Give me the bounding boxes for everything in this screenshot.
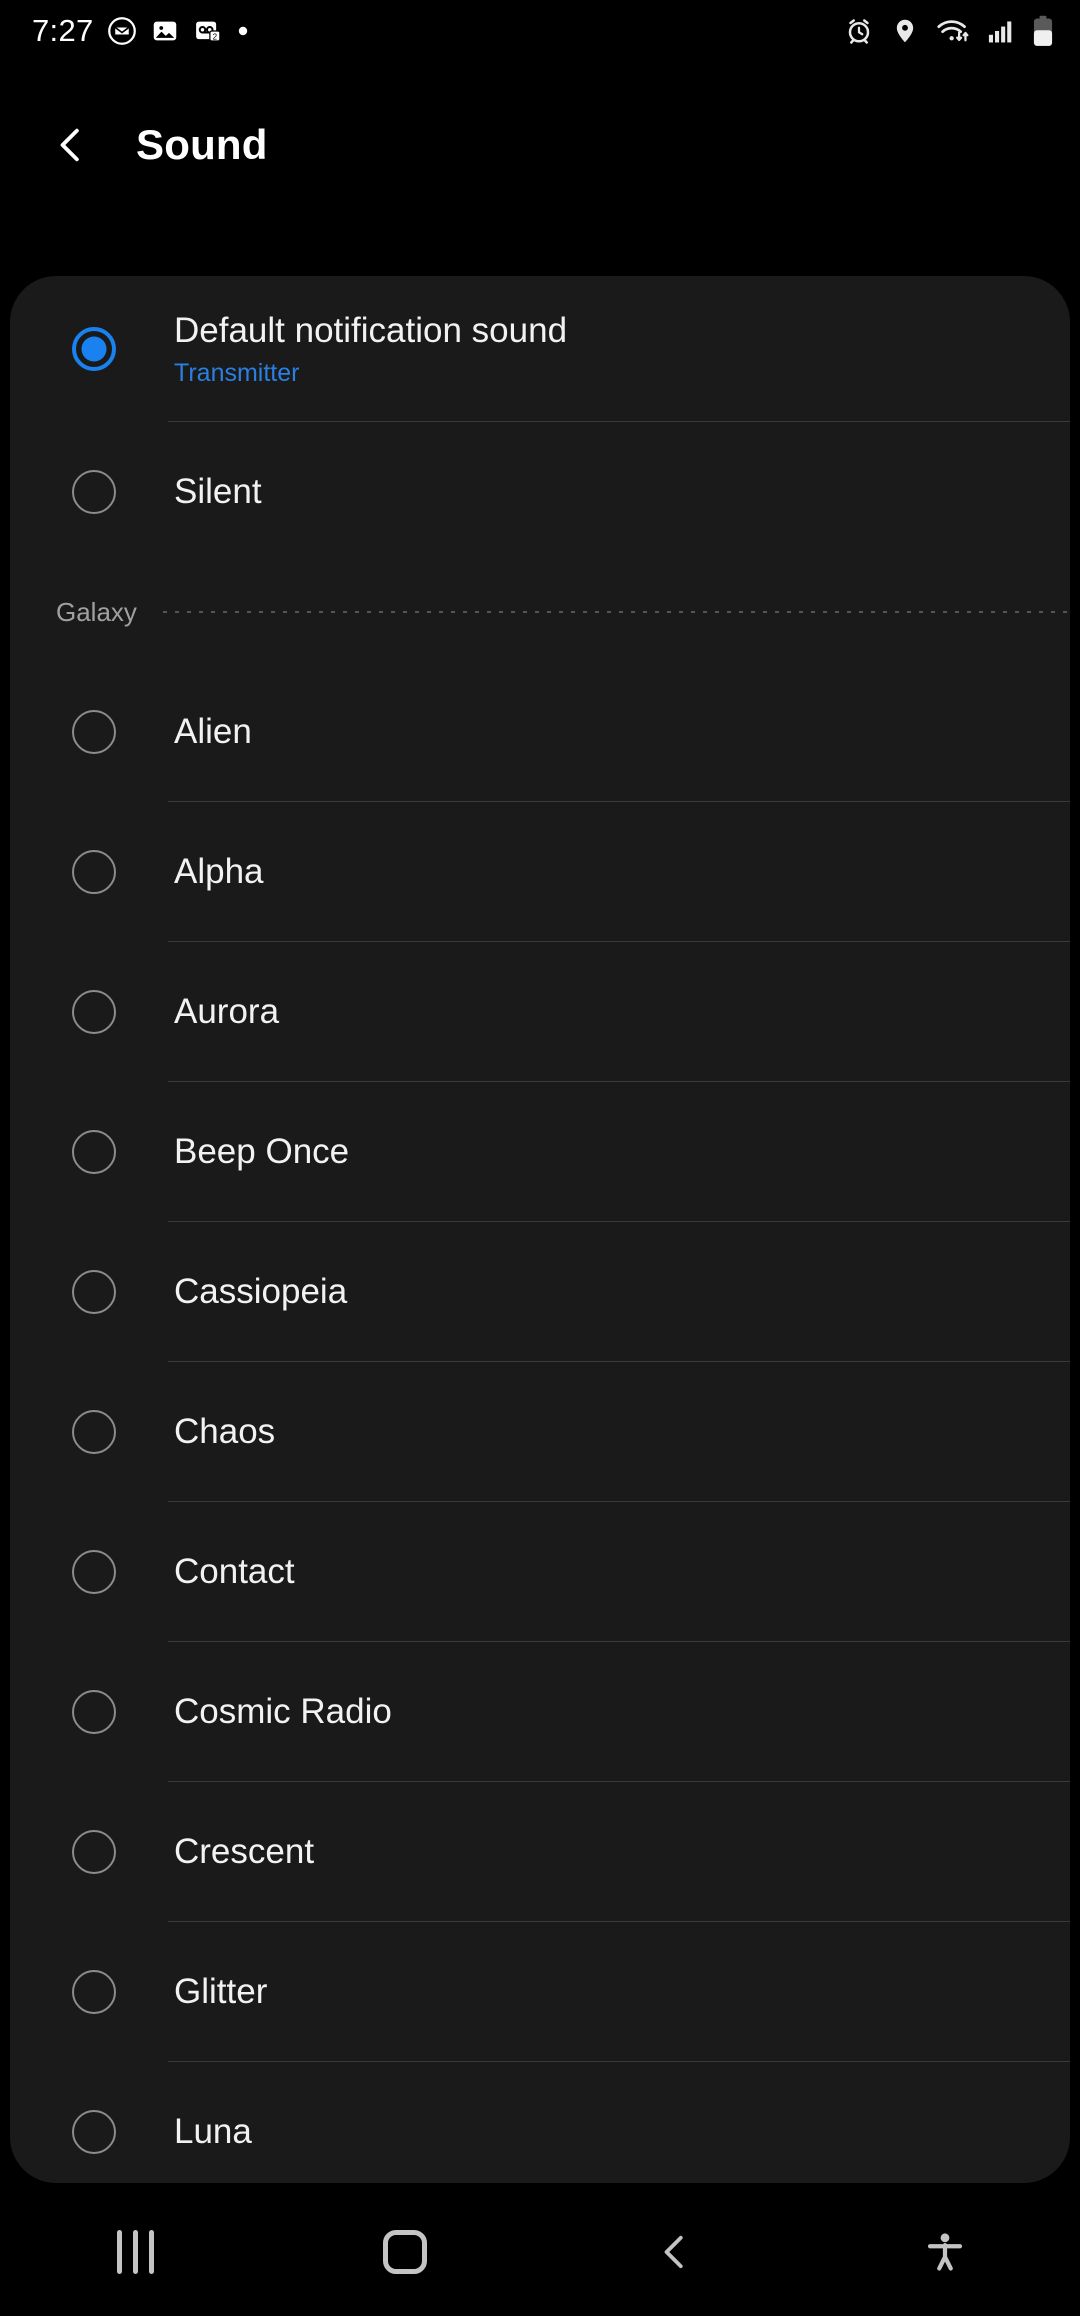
list-item-contact[interactable]: Contact: [10, 1502, 1070, 1642]
row-text: Crescent: [174, 1831, 314, 1872]
list-item-label: Crescent: [174, 1832, 315, 1872]
list-item-cassiopeia[interactable]: Cassiopeia: [10, 1222, 1070, 1362]
section-dotted-divider: [162, 611, 1070, 613]
section-header-galaxy: Galaxy: [10, 562, 1070, 662]
list-item-label: Beep Once: [174, 1132, 350, 1172]
voicemail-badge-icon: 2: [195, 21, 221, 42]
row-text: Alien: [174, 711, 252, 752]
home-icon: [383, 2230, 427, 2274]
row-text: Contact: [174, 1551, 295, 1592]
list-item-default-notification-sound[interactable]: Default notification sound Transmitter: [10, 276, 1070, 422]
list-item-alien[interactable]: Alien: [10, 662, 1070, 802]
row-text: Silent: [174, 471, 262, 512]
status-bar-left: 7:27 2: [32, 13, 250, 49]
row-text: Cassiopeia: [174, 1271, 347, 1312]
radio-button[interactable]: [72, 1130, 116, 1174]
list-item-chaos[interactable]: Chaos: [10, 1362, 1070, 1502]
list-item-crescent[interactable]: Crescent: [10, 1782, 1070, 1922]
dot-indicator-icon: [238, 26, 247, 36]
list-item-label: Default notification sound: [174, 311, 568, 351]
mail-circle-icon: [107, 17, 136, 45]
phone-screen: 7:27 2 Sound Default notification sound …: [0, 0, 1080, 2316]
list-item-cosmic-radio[interactable]: Cosmic Radio: [10, 1642, 1070, 1782]
radio-button[interactable]: [72, 1550, 116, 1594]
row-text: Default notification sound Transmitter: [174, 310, 567, 387]
status-bar-right: [844, 15, 1054, 47]
row-text: Cosmic Radio: [174, 1691, 392, 1732]
back-chevron-icon: [664, 2235, 683, 2269]
page-title: Sound: [136, 121, 268, 168]
radio-button[interactable]: [72, 990, 116, 1034]
list-item-label: Chaos: [174, 1412, 276, 1452]
radio-button[interactable]: [72, 850, 116, 894]
list-item-beep-once[interactable]: Beep Once: [10, 1082, 1070, 1222]
sound-list-card: Default notification sound Transmitter S…: [10, 276, 1070, 2183]
nav-accessibility-button[interactable]: [875, 2202, 1015, 2302]
gallery-icon: [153, 21, 176, 41]
battery-icon: [1033, 15, 1053, 46]
signal-icon: [988, 21, 1012, 43]
radio-button[interactable]: [72, 1410, 116, 1454]
nav-home-button[interactable]: [335, 2202, 475, 2302]
radio-button[interactable]: [72, 1830, 116, 1874]
section-label: Galaxy: [56, 596, 137, 627]
nav-recent-apps-button[interactable]: [65, 2202, 205, 2302]
wifi-icon: [937, 20, 969, 42]
row-text: Alpha: [174, 851, 264, 892]
recent-apps-icon: [116, 2230, 154, 2274]
list-item-label: Cosmic Radio: [174, 1692, 392, 1732]
svg-text:2: 2: [212, 32, 217, 41]
location-icon: [896, 19, 914, 43]
radio-button[interactable]: [72, 470, 116, 514]
app-header: Sound: [0, 90, 1080, 200]
row-text: Beep Once: [174, 1131, 349, 1172]
list-item-label: Luna: [174, 2112, 252, 2152]
list-item-luna[interactable]: Luna: [10, 2062, 1070, 2183]
radio-button-selected[interactable]: [72, 327, 116, 371]
list-item-sublabel: Transmitter: [174, 358, 300, 387]
alarm-icon: [848, 19, 870, 44]
radio-button[interactable]: [72, 710, 116, 754]
list-item-label: Alien: [174, 712, 252, 752]
row-text: Glitter: [174, 1971, 267, 2012]
radio-button[interactable]: [72, 1690, 116, 1734]
radio-button[interactable]: [72, 1970, 116, 2014]
radio-button[interactable]: [72, 2110, 116, 2154]
list-item-label: Silent: [174, 472, 262, 512]
list-item-label: Alpha: [174, 852, 264, 892]
system-navigation-bar: [0, 2188, 1080, 2316]
radio-button[interactable]: [72, 1270, 116, 1314]
list-item-silent[interactable]: Silent: [10, 422, 1070, 562]
accessibility-icon: [927, 2233, 963, 2271]
back-chevron-icon: [60, 128, 79, 162]
row-text: Chaos: [174, 1411, 275, 1452]
row-text: Luna: [174, 2111, 252, 2152]
nav-back-button[interactable]: [605, 2202, 745, 2302]
list-item-glitter[interactable]: Glitter: [10, 1922, 1070, 2062]
row-text: Aurora: [174, 991, 279, 1032]
list-item-label: Aurora: [174, 992, 280, 1032]
list-item-label: Contact: [174, 1552, 295, 1592]
status-clock: 7:27: [32, 13, 94, 48]
header-back-button[interactable]: [42, 116, 100, 174]
list-item-aurora[interactable]: Aurora: [10, 942, 1070, 1082]
list-item-label: Cassiopeia: [174, 1272, 348, 1312]
list-item-label: Glitter: [174, 1972, 268, 2012]
list-item-alpha[interactable]: Alpha: [10, 802, 1070, 942]
status-bar: 7:27 2: [0, 0, 1080, 62]
